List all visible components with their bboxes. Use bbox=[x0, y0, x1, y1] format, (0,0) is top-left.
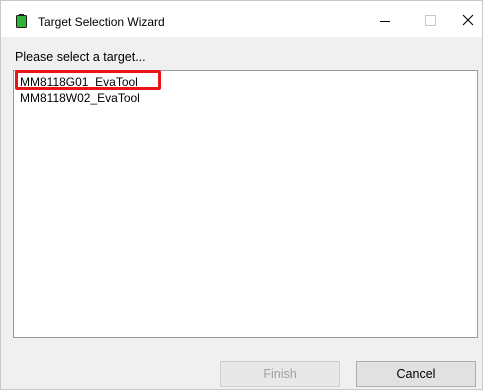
select-target-prompt: Please select a target... bbox=[15, 50, 146, 64]
list-item-label: MM8118G01_EvaTool bbox=[20, 75, 138, 89]
list-item-label: MM8118W02_EvaTool bbox=[20, 91, 140, 105]
target-listbox[interactable]: MM8118G01_EvaTool MM8118W02_EvaTool bbox=[13, 70, 478, 338]
title-bar[interactable]: Target Selection Wizard bbox=[1, 1, 482, 37]
wizard-window: Target Selection Wizard Please select a … bbox=[0, 0, 483, 390]
maximize-icon bbox=[425, 15, 436, 26]
list-item-target[interactable]: MM8118W02_EvaTool bbox=[20, 91, 140, 105]
maximize-button[interactable] bbox=[410, 7, 450, 35]
green-battery-icon bbox=[16, 14, 27, 28]
client-area: Please select a target... MM8118G01_EvaT… bbox=[1, 37, 482, 389]
minimize-button[interactable] bbox=[365, 7, 405, 35]
window-title: Target Selection Wizard bbox=[38, 15, 165, 29]
cancel-button[interactable]: Cancel bbox=[356, 361, 476, 387]
close-button[interactable] bbox=[453, 7, 483, 35]
finish-button[interactable]: Finish bbox=[220, 361, 340, 387]
minimize-icon bbox=[380, 21, 390, 22]
list-item-target[interactable]: MM8118G01_EvaTool bbox=[20, 75, 138, 89]
close-icon bbox=[462, 14, 474, 26]
